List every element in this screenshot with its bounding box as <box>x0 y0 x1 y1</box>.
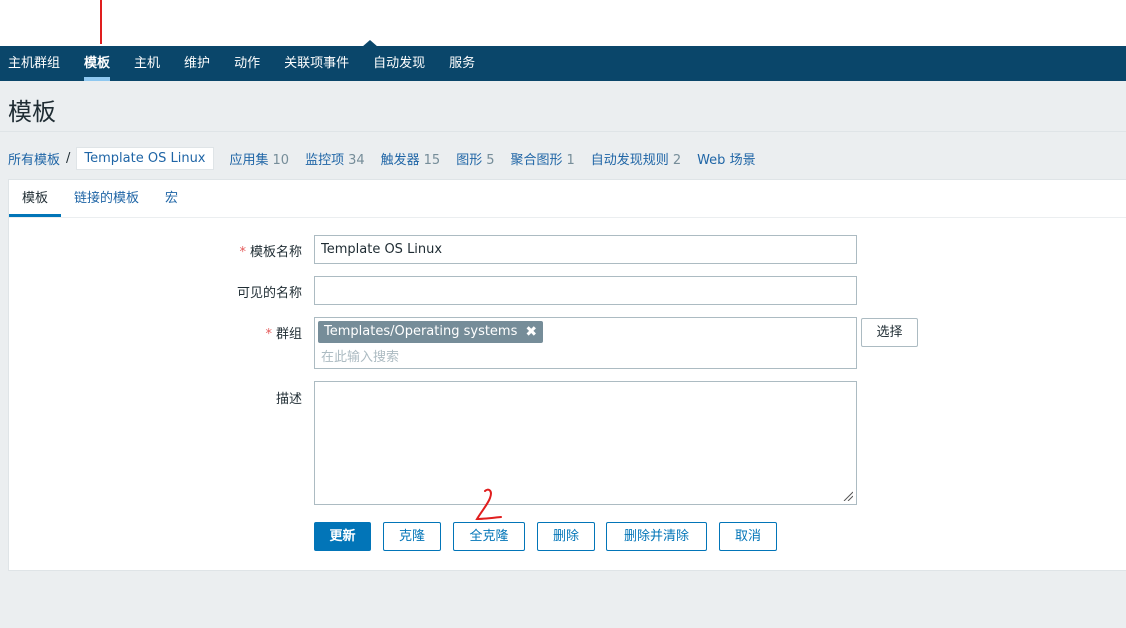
top-header-area <box>0 0 1126 46</box>
nav-item-discovery[interactable]: 自动发现 <box>361 46 437 81</box>
breadcrumb-items-label: 监控项 <box>305 152 345 168</box>
annotation-mark-2 <box>475 488 502 521</box>
template-name-label-text: 模板名称 <box>249 245 302 260</box>
breadcrumb-discovery-rules-label: 自动发现规则 <box>590 152 669 168</box>
breadcrumb-screens[interactable]: 聚合图形 1 <box>511 149 575 168</box>
groups-multiselect[interactable]: Templates/Operating systems ✖ 在此输入搜索 <box>314 317 857 369</box>
delete-and-clear-button[interactable]: 删除并清除 <box>606 522 707 551</box>
full-clone-button[interactable]: 全克隆 <box>453 522 525 551</box>
clone-button[interactable]: 克隆 <box>383 522 441 551</box>
description-textarea[interactable] <box>314 381 857 505</box>
nav-item-host-groups[interactable]: 主机群组 <box>0 46 72 81</box>
remove-chip-icon[interactable]: ✖ <box>525 321 537 343</box>
breadcrumb-discovery-rules-count: 2 <box>672 152 682 168</box>
divider <box>0 131 1126 132</box>
breadcrumb: 所有模板 / Template OS Linux 应用集 10 监控项 34 触发器… <box>8 146 756 170</box>
breadcrumb-graphs-count: 5 <box>486 152 495 168</box>
nav-item-maintenance[interactable]: 维护 <box>172 46 222 81</box>
visible-name-input[interactable] <box>314 276 857 305</box>
annotation-mark-1 <box>100 0 102 44</box>
breadcrumb-triggers-count: 15 <box>423 152 441 168</box>
tab-macros[interactable]: 宏 <box>152 181 191 217</box>
form-tabs: 模板 链接的模板 宏 <box>9 180 1126 218</box>
resize-handle-icon[interactable] <box>843 491 853 501</box>
breadcrumb-separator: / <box>66 150 71 166</box>
cancel-button[interactable]: 取消 <box>719 522 777 551</box>
breadcrumb-graphs[interactable]: 图形 5 <box>456 149 494 168</box>
group-search-input[interactable]: 在此输入搜索 <box>321 346 399 365</box>
groups-label: * 群组 <box>102 323 302 342</box>
update-button[interactable]: 更新 <box>314 522 371 551</box>
breadcrumb-applications[interactable]: 应用集 10 <box>230 149 290 168</box>
nav-item-templates[interactable]: 模板 <box>72 46 122 81</box>
group-chip: Templates/Operating systems ✖ <box>318 321 544 343</box>
breadcrumb-screens-label: 聚合图形 <box>510 152 563 168</box>
breadcrumb-web-scenarios-label: Web 场景 <box>697 152 756 168</box>
breadcrumb-items-count: 34 <box>348 152 365 168</box>
template-name-input[interactable] <box>314 235 857 264</box>
breadcrumb-screens-count: 1 <box>566 152 575 168</box>
breadcrumb-triggers[interactable]: 触发器 15 <box>381 149 441 168</box>
breadcrumb-applications-label: 应用集 <box>229 152 269 168</box>
breadcrumb-discovery-rules[interactable]: 自动发现规则 2 <box>591 149 681 168</box>
template-form: 模板 链接的模板 宏 *模板名称 可见的名称 *群组 Templates/Ope… <box>8 179 1126 571</box>
nav-item-actions[interactable]: 动作 <box>222 46 272 81</box>
breadcrumb-web-scenarios[interactable]: Web 场景 <box>697 149 755 168</box>
breadcrumb-applications-count: 10 <box>272 152 290 168</box>
nav-item-hosts[interactable]: 主机 <box>122 46 172 81</box>
tab-linked-templates[interactable]: 链接的模板 <box>61 181 152 217</box>
required-mark: * <box>265 327 272 342</box>
breadcrumb-all-templates[interactable]: 所有模板 <box>8 149 60 168</box>
delete-button[interactable]: 删除 <box>537 522 595 551</box>
template-name-label: * 模板名称 <box>102 241 302 260</box>
required-mark: * <box>239 245 246 260</box>
visible-name-label: 可见的名称 <box>236 286 302 301</box>
page-title: 模板 <box>8 98 56 126</box>
groups-label-text: 群组 <box>275 327 302 342</box>
breadcrumb-current-template[interactable]: Template OS Linux <box>76 146 214 170</box>
nav-item-services[interactable]: 服务 <box>437 46 487 81</box>
breadcrumb-graphs-label: 图形 <box>456 152 483 168</box>
breadcrumb-triggers-label: 触发器 <box>380 152 420 168</box>
tab-template[interactable]: 模板 <box>9 181 62 217</box>
group-chip-label: Templates/Operating systems <box>324 324 518 339</box>
description-label: 描述 <box>275 392 302 407</box>
select-groups-button[interactable]: 选择 <box>861 318 918 347</box>
breadcrumb-items[interactable]: 监控项 34 <box>305 149 365 168</box>
nav-item-event-correlation[interactable]: 关联项事件 <box>272 46 361 81</box>
top-navigation: 主机群组 模板 主机 维护 动作 关联项事件 自动发现 服务 <box>0 46 1126 81</box>
